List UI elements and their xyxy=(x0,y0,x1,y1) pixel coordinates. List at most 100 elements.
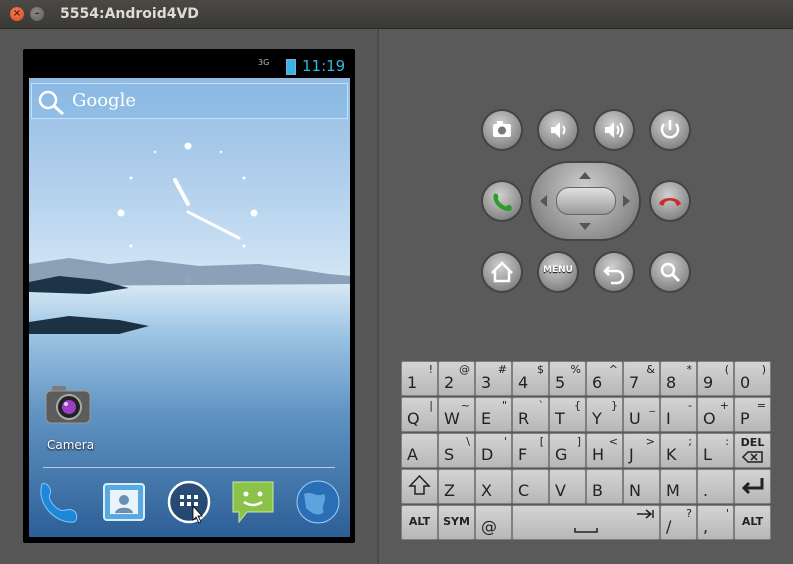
key-j[interactable]: J > xyxy=(623,433,660,468)
key-u[interactable]: U _ xyxy=(623,397,660,432)
key-sym[interactable]: SYM xyxy=(438,505,475,540)
minute-hand xyxy=(186,210,241,240)
back-button[interactable] xyxy=(595,253,633,291)
key-r[interactable]: R ` xyxy=(512,397,549,432)
dpad-center-button[interactable] xyxy=(556,187,616,215)
search-icon xyxy=(38,90,64,115)
key-e[interactable]: E " xyxy=(475,397,512,432)
key-k[interactable]: K; xyxy=(660,433,697,468)
key-s[interactable]: S \ xyxy=(438,433,475,468)
power-button[interactable] xyxy=(651,111,689,149)
power-icon xyxy=(660,120,680,139)
key-slash[interactable]: /? xyxy=(660,505,697,540)
camera-button[interactable] xyxy=(483,111,521,149)
home-button[interactable] xyxy=(483,253,521,291)
key-0[interactable]: 0) xyxy=(734,361,771,396)
key-h[interactable]: H < xyxy=(586,433,623,468)
key-8[interactable]: 8 * xyxy=(660,361,697,396)
key-g[interactable]: G] xyxy=(549,433,586,468)
backspace-icon xyxy=(741,451,763,463)
dpad[interactable] xyxy=(531,163,639,239)
back-icon xyxy=(603,266,625,285)
window-title: 5554:Android4VD xyxy=(60,6,199,22)
key-m[interactable]: M xyxy=(660,469,697,504)
search-brand: Google xyxy=(72,90,136,111)
key-l[interactable]: L: xyxy=(697,433,734,468)
key-shift[interactable] xyxy=(401,469,438,504)
hour-hand xyxy=(173,178,190,206)
dock-app-drawer[interactable] xyxy=(165,478,213,526)
call-icon xyxy=(493,193,512,212)
key-i[interactable]: I- xyxy=(660,397,697,432)
menu-button[interactable]: MENU xyxy=(539,253,577,291)
dock-divider xyxy=(43,467,335,468)
key-x[interactable]: X xyxy=(475,469,512,504)
key-z[interactable]: Z xyxy=(438,469,475,504)
camera-icon xyxy=(493,121,511,137)
key-2[interactable]: 2 @ xyxy=(438,361,475,396)
dock-phone-app[interactable] xyxy=(34,478,82,526)
status-bar[interactable]: 3G 11:19 xyxy=(29,54,350,78)
key-a[interactable]: A xyxy=(401,433,438,468)
key-p[interactable]: P = xyxy=(734,397,771,432)
key-b[interactable]: B xyxy=(586,469,623,504)
battery-icon xyxy=(286,59,296,75)
key-space[interactable] xyxy=(512,505,660,540)
dock-messaging-app[interactable] xyxy=(229,478,277,526)
google-search-bar[interactable]: Google xyxy=(31,83,348,119)
key-1[interactable]: 1! xyxy=(401,361,438,396)
globe-icon xyxy=(296,480,340,524)
phone-icon xyxy=(40,483,78,523)
key-6[interactable]: 6 ^ xyxy=(586,361,623,396)
end-call-button[interactable] xyxy=(651,182,689,220)
key-enter[interactable] xyxy=(734,469,771,504)
key-del[interactable]: DEL xyxy=(734,433,771,468)
app-drawer-icon xyxy=(167,480,211,524)
messaging-icon xyxy=(232,481,274,524)
minimize-button[interactable]: – xyxy=(30,7,44,21)
key-alt-right[interactable]: ALT xyxy=(734,505,771,540)
space-icon xyxy=(574,509,654,533)
volume-down-icon xyxy=(551,122,566,138)
search-icon xyxy=(660,262,681,283)
key-t[interactable]: T{ xyxy=(549,397,586,432)
key-n[interactable]: N xyxy=(623,469,660,504)
call-button[interactable] xyxy=(483,182,521,220)
key-5[interactable]: 5% xyxy=(549,361,586,396)
volume-down-button[interactable] xyxy=(539,111,577,149)
key-3[interactable]: 3 # xyxy=(475,361,512,396)
wallpaper-landscape xyxy=(29,258,350,334)
hardware-keyboard: 1! 2 @ 3 # 4 $ 5% 6 ^ 7 & 8 * 9( 0) Q | W ~ E " R… xyxy=(401,361,773,543)
network-indicator: 3G xyxy=(258,58,270,67)
key-d[interactable]: D ' xyxy=(475,433,512,468)
key-4[interactable]: 4 $ xyxy=(512,361,549,396)
contacts-icon xyxy=(103,483,145,521)
volume-up-button[interactable] xyxy=(595,111,633,149)
camera-app-icon[interactable] xyxy=(44,384,94,430)
key-7[interactable]: 7 & xyxy=(623,361,660,396)
key-w[interactable]: W ~ xyxy=(438,397,475,432)
key-at[interactable]: @ xyxy=(475,505,512,540)
end-call-icon xyxy=(659,198,681,206)
key-v[interactable]: V xyxy=(549,469,586,504)
close-button[interactable]: × xyxy=(10,7,24,21)
key-f[interactable]: F[ xyxy=(512,433,549,468)
key-c[interactable]: C xyxy=(512,469,549,504)
dock-browser-app[interactable] xyxy=(294,478,342,526)
enter-icon xyxy=(741,478,764,495)
home-icon xyxy=(491,261,513,283)
key-y[interactable]: Y} xyxy=(586,397,623,432)
emulator-screen[interactable]: 3G 11:19 Google Camera xyxy=(29,54,350,537)
key-period[interactable]: . xyxy=(697,469,734,504)
window-titlebar: × – 5554:Android4VD xyxy=(0,0,793,29)
status-time: 11:19 xyxy=(302,57,346,75)
volume-up-icon xyxy=(605,122,624,138)
key-q[interactable]: Q | xyxy=(401,397,438,432)
key-comma[interactable]: , ' xyxy=(697,505,734,540)
dock-contacts-app[interactable] xyxy=(100,478,148,526)
key-o[interactable]: O + xyxy=(697,397,734,432)
search-button[interactable] xyxy=(651,253,689,291)
key-9[interactable]: 9( xyxy=(697,361,734,396)
key-alt-left[interactable]: ALT xyxy=(401,505,438,540)
menu-label: MENU xyxy=(543,265,573,275)
